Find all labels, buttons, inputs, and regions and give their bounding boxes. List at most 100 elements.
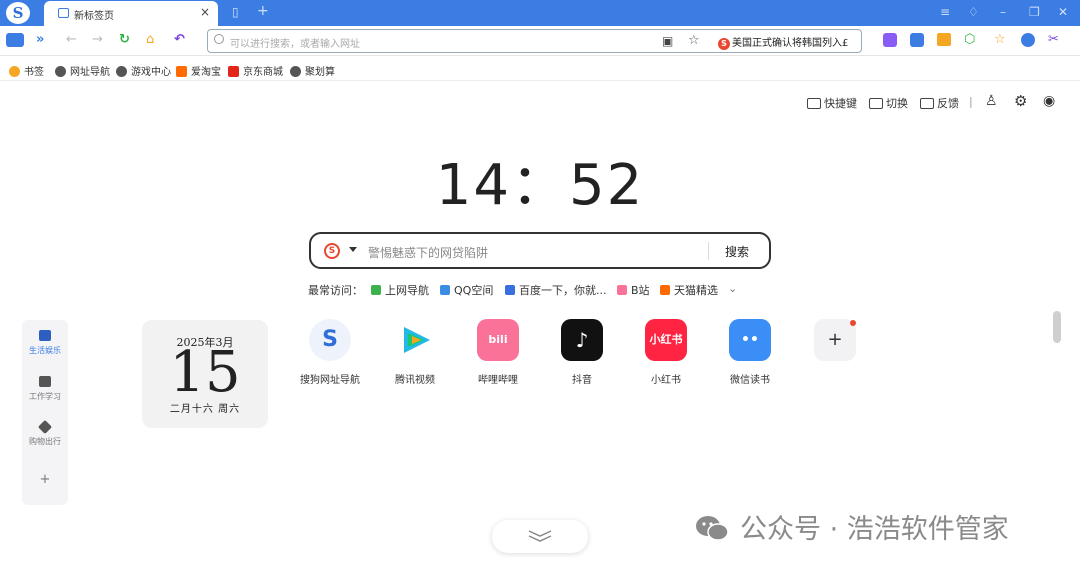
sidebar-item-life[interactable]: 生活娱乐 — [22, 330, 68, 356]
app-bilibili[interactable]: bili 哔哩哔哩 — [458, 319, 538, 386]
eye-icon[interactable]: ◉ — [1043, 93, 1055, 109]
home-icon[interactable]: ⌂ — [146, 32, 154, 48]
screenshot-scissors-icon[interactable]: ✂ — [1048, 32, 1059, 48]
sidebar-toggle-icon[interactable] — [6, 33, 24, 47]
theme-shirt-icon[interactable]: ♙ — [985, 93, 998, 109]
bookmark-item[interactable]: 书签 — [9, 63, 44, 78]
plus-icon: + — [827, 329, 843, 350]
play-card-icon — [39, 330, 51, 341]
sidebar-item-work[interactable]: 工作学习 — [22, 376, 68, 402]
app-weread[interactable]: •• 微信读书 — [710, 319, 790, 386]
frequent-item[interactable]: B站 — [617, 282, 650, 298]
add-site-button[interactable]: + — [814, 319, 856, 361]
sogou-small-icon: S — [718, 38, 730, 50]
bookmark-star-icon[interactable]: ☆ — [688, 33, 700, 48]
settings-gear-icon[interactable]: ⚙ — [1014, 92, 1027, 110]
extension-icon[interactable]: ⬡ — [964, 32, 975, 48]
bookmark-item[interactable]: 爱淘宝 — [176, 63, 221, 78]
bilibili-icon: bili — [477, 319, 519, 361]
skin-icon[interactable]: ♢ — [968, 5, 979, 19]
search-button[interactable]: 搜索 — [725, 243, 749, 260]
calendar-day: 15 — [169, 340, 241, 405]
site-icon — [440, 285, 450, 295]
notification-dot — [850, 320, 856, 326]
app-tencent-video[interactable]: 腾讯视频 — [375, 319, 455, 386]
calendar-lunar: 二月十六 周六 — [169, 404, 241, 415]
bookmark-item[interactable]: 聚划算 — [290, 63, 335, 78]
bookmark-item[interactable]: 游戏中心 — [116, 63, 171, 78]
restore-icon[interactable]: ❐ — [1029, 5, 1040, 19]
ai-assistant-icon[interactable] — [883, 33, 897, 47]
site-icon — [660, 285, 670, 295]
sogou-icon: S — [309, 319, 351, 361]
forward-icon[interactable]: → — [92, 32, 103, 48]
bookmarks-bar: 书签 网址导航 游戏中心 爱淘宝 京东商城 聚划算 — [0, 57, 1080, 81]
title-bar: S 新标签页 × ▯ + ≡ ♢ – ❐ ✕ — [0, 0, 1080, 26]
globe-icon — [116, 66, 127, 77]
frequent-label: 最常访问： — [308, 284, 363, 297]
search-engine-icon[interactable]: S — [324, 243, 340, 259]
app-xiaohongshu[interactable]: 小红书 小红书 — [626, 319, 706, 386]
switch-icon — [869, 98, 883, 109]
tab-list-icon[interactable]: ▯ — [232, 5, 239, 19]
sidebar-item-shopping[interactable]: 购物出行 — [22, 419, 68, 447]
globe-icon — [55, 66, 66, 77]
frequent-item[interactable]: QQ空间 — [440, 282, 493, 298]
frequent-item[interactable]: 天猫精选 — [660, 282, 718, 298]
reader-mode-icon[interactable]: ▣ — [662, 34, 673, 48]
close-window-icon[interactable]: ✕ — [1058, 5, 1068, 19]
address-placeholder: 可以进行搜索，或者输入网址 — [230, 39, 360, 50]
switch-button[interactable]: 切换 — [869, 95, 908, 111]
frequent-item[interactable]: 上网导航 — [371, 282, 429, 298]
feedback-button[interactable]: 反馈 — [920, 95, 959, 111]
tab-title: 新标签页 — [74, 11, 114, 22]
back-icon[interactable]: ← — [66, 32, 77, 48]
news-ticker[interactable]: S 美国正式确认将韩国列入£ — [718, 34, 860, 50]
minimize-icon[interactable]: – — [1000, 5, 1006, 19]
xiaohongshu-icon: 小红书 — [645, 319, 687, 361]
weread-icon: •• — [729, 319, 771, 361]
tab-new-tab[interactable]: 新标签页 × — [44, 1, 218, 26]
taobao-icon — [176, 66, 187, 77]
sidebar-add-button[interactable]: + — [22, 472, 68, 487]
download-icon[interactable] — [1021, 33, 1035, 47]
site-icon — [505, 285, 515, 295]
double-chevron-down-icon — [528, 530, 552, 542]
menu-icon[interactable]: ≡ — [940, 5, 950, 19]
refresh-icon[interactable]: ↻ — [119, 32, 130, 48]
watermark-text: 公众号 · 浩浩软件管家 — [740, 514, 1009, 545]
jd-icon — [228, 66, 239, 77]
undo-icon[interactable]: ↶ — [174, 32, 185, 48]
expand-icon[interactable]: » — [36, 32, 44, 48]
calendar-widget[interactable]: 2025年3月 15 二月十六 周六 — [142, 320, 268, 428]
scroll-indicator[interactable] — [1053, 311, 1061, 343]
toolbar-divider: | — [969, 95, 973, 108]
news-ticker-text: 美国正式确认将韩国列入£ — [732, 38, 849, 49]
shortcut-button[interactable]: 快捷键 — [807, 95, 857, 111]
tag-icon — [37, 419, 53, 435]
bookmark-item[interactable]: 京东商城 — [228, 63, 283, 78]
app-douyin[interactable]: ♪ 抖音 — [542, 319, 622, 386]
tab-close-button[interactable]: × — [200, 5, 210, 19]
app-sogou-nav[interactable]: S 搜狗网址导航 — [290, 319, 370, 386]
new-tab-button[interactable]: + — [257, 3, 269, 19]
search-box[interactable]: S 警惕魅惑下的网贷陷阱 搜索 — [309, 232, 771, 269]
site-icon — [371, 285, 381, 295]
bookmark-item[interactable]: 网址导航 — [55, 63, 110, 78]
chevron-down-icon[interactable] — [349, 247, 357, 252]
douyin-icon: ♪ — [561, 319, 603, 361]
search-input[interactable]: 警惕魅惑下的网贷陷阱 — [368, 244, 488, 261]
chevron-down-icon[interactable]: ⌄ — [728, 282, 737, 295]
edit-icon — [920, 98, 934, 109]
new-tab-page-icon — [58, 8, 69, 18]
globe-icon — [290, 66, 301, 77]
expand-more-button[interactable] — [492, 520, 588, 553]
navigation-bar: » ← → ↻ ⌂ ↶ 可以进行搜索，或者输入网址 ▣ ☆ S 美国正式确认将韩国… — [0, 26, 1080, 56]
translate-icon[interactable] — [910, 33, 924, 47]
address-bar[interactable]: 可以进行搜索，或者输入网址 ▣ ☆ S 美国正式确认将韩国列入£ — [207, 29, 862, 53]
frequent-item[interactable]: 百度一下，你就... — [505, 282, 607, 298]
folder-icon[interactable] — [937, 33, 951, 46]
sogou-logo-icon[interactable]: S — [6, 2, 30, 24]
favorites-icon[interactable]: ☆ — [994, 32, 1006, 48]
tencent-video-icon — [394, 319, 436, 361]
